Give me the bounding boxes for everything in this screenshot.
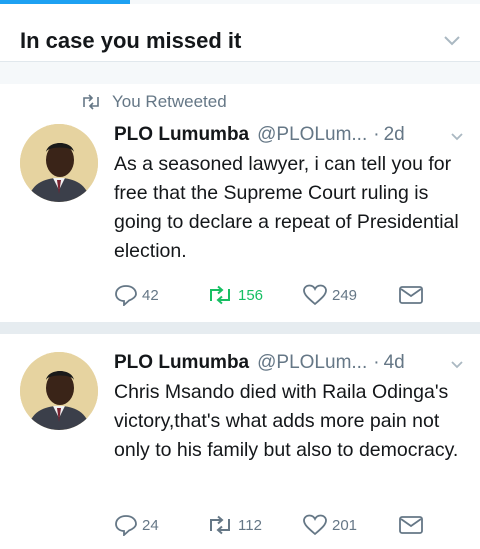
retweet-context-label: You Retweeted <box>112 92 227 111</box>
like-button[interactable]: 249 <box>302 282 357 308</box>
reply-count: 42 <box>142 286 159 304</box>
section-header: In case you missed it <box>0 4 480 62</box>
envelope-icon <box>399 286 423 304</box>
tweet-card[interactable]: PLO Lumumba @PLOLum... · 4d Chris Msando… <box>0 334 480 549</box>
avatar[interactable] <box>20 124 98 202</box>
like-count: 249 <box>332 286 358 304</box>
retweet-count: 112 <box>238 516 262 534</box>
direct-message-button[interactable] <box>398 282 424 308</box>
retweet-icon <box>210 515 230 535</box>
user-handle[interactable]: @PLOLum... <box>257 352 367 374</box>
tweet-text: Chris Msando died with Raila Odinga's vi… <box>114 381 459 461</box>
heart-icon <box>303 284 327 306</box>
chevron-down-icon[interactable] <box>450 360 464 370</box>
separator-dot: · <box>373 352 380 373</box>
avatar-image <box>20 352 98 430</box>
avatar[interactable] <box>20 352 98 430</box>
section-title: In case you missed it <box>20 28 242 53</box>
retweet-button[interactable]: 156 <box>206 282 263 308</box>
reply-icon <box>115 285 137 306</box>
timestamp[interactable]: 4d <box>384 352 405 374</box>
tweet-header: PLO Lumumba @PLOLum... · 4d <box>114 352 464 376</box>
reply-button[interactable]: 24 <box>114 512 159 538</box>
reply-icon <box>115 515 137 536</box>
like-count: 201 <box>332 516 358 534</box>
heart-icon <box>303 514 327 536</box>
avatar-image <box>20 124 98 202</box>
separator-dot: · <box>373 124 380 145</box>
chevron-down-icon[interactable] <box>442 34 462 48</box>
tweet-divider <box>0 322 480 334</box>
like-button[interactable]: 201 <box>302 512 357 538</box>
retweet-context: You Retweeted <box>80 92 227 112</box>
tweet-text: As a seasoned lawyer, i can tell you for… <box>114 153 459 262</box>
reply-count: 24 <box>142 516 159 534</box>
tweet-card[interactable]: You Retweeted PLO Lumumba @PLOLum... · 2… <box>0 84 480 322</box>
reply-button[interactable]: 42 <box>114 282 159 308</box>
display-name[interactable]: PLO Lumumba <box>114 352 249 374</box>
user-handle[interactable]: @PLOLum... <box>257 124 367 146</box>
tweet-header: PLO Lumumba @PLOLum... · 2d <box>114 124 464 148</box>
tweet-actions: 42 156 249 <box>114 282 434 308</box>
direct-message-button[interactable] <box>398 512 424 538</box>
timestamp[interactable]: 2d <box>384 124 405 146</box>
tweet-actions: 24 112 201 <box>114 512 434 538</box>
retweet-icon <box>210 285 230 305</box>
chevron-down-icon[interactable] <box>450 132 464 142</box>
retweet-count: 156 <box>238 286 264 304</box>
envelope-icon <box>399 516 423 534</box>
display-name[interactable]: PLO Lumumba <box>114 124 249 146</box>
retweet-button[interactable]: 112 <box>206 512 262 538</box>
retweet-icon <box>83 94 99 110</box>
